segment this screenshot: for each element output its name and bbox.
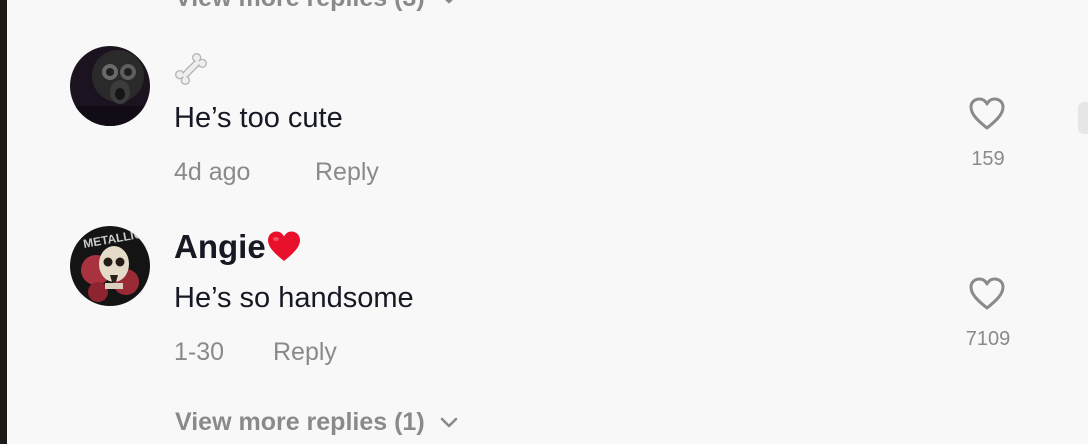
scrollbar-thumb[interactable] xyxy=(1078,102,1088,134)
heart-outline-icon[interactable] xyxy=(968,96,1006,132)
left-edge-strip xyxy=(0,0,7,444)
comment-text: He’s too cute xyxy=(174,102,343,134)
like-count: 7109 xyxy=(965,328,1011,350)
svg-text:METALLICA: METALLICA xyxy=(82,226,150,251)
red-heart-emoji-icon xyxy=(267,231,300,261)
heart-outline-icon[interactable] xyxy=(968,276,1006,312)
username-text: Angie xyxy=(174,228,266,265)
gas-mask-avatar-image xyxy=(70,46,150,126)
comment-text: He’s so handsome xyxy=(174,282,414,314)
bone-icon xyxy=(175,53,207,85)
reply-button[interactable]: Reply xyxy=(273,338,337,367)
chevron-down-icon xyxy=(445,0,452,3)
comment-date: 4d ago xyxy=(174,158,251,186)
avatar[interactable] xyxy=(70,46,150,126)
chevron-down-icon xyxy=(440,417,457,427)
view-more-replies-top[interactable]: View more replies (3) xyxy=(175,0,459,13)
reply-button[interactable]: Reply xyxy=(315,158,379,187)
avatar-logo-overlay: METALLICA xyxy=(82,226,150,251)
view-more-replies-label: View more replies (1) xyxy=(175,408,425,436)
like-count: 159 xyxy=(971,148,1005,170)
view-more-replies-label: View more replies (3) xyxy=(175,0,425,13)
avatar[interactable]: METALLICA xyxy=(70,226,150,306)
view-more-replies-bottom[interactable]: View more replies (1) xyxy=(175,408,459,437)
comment-date: 1-30 xyxy=(174,338,225,366)
username[interactable]: Angie xyxy=(174,228,301,266)
